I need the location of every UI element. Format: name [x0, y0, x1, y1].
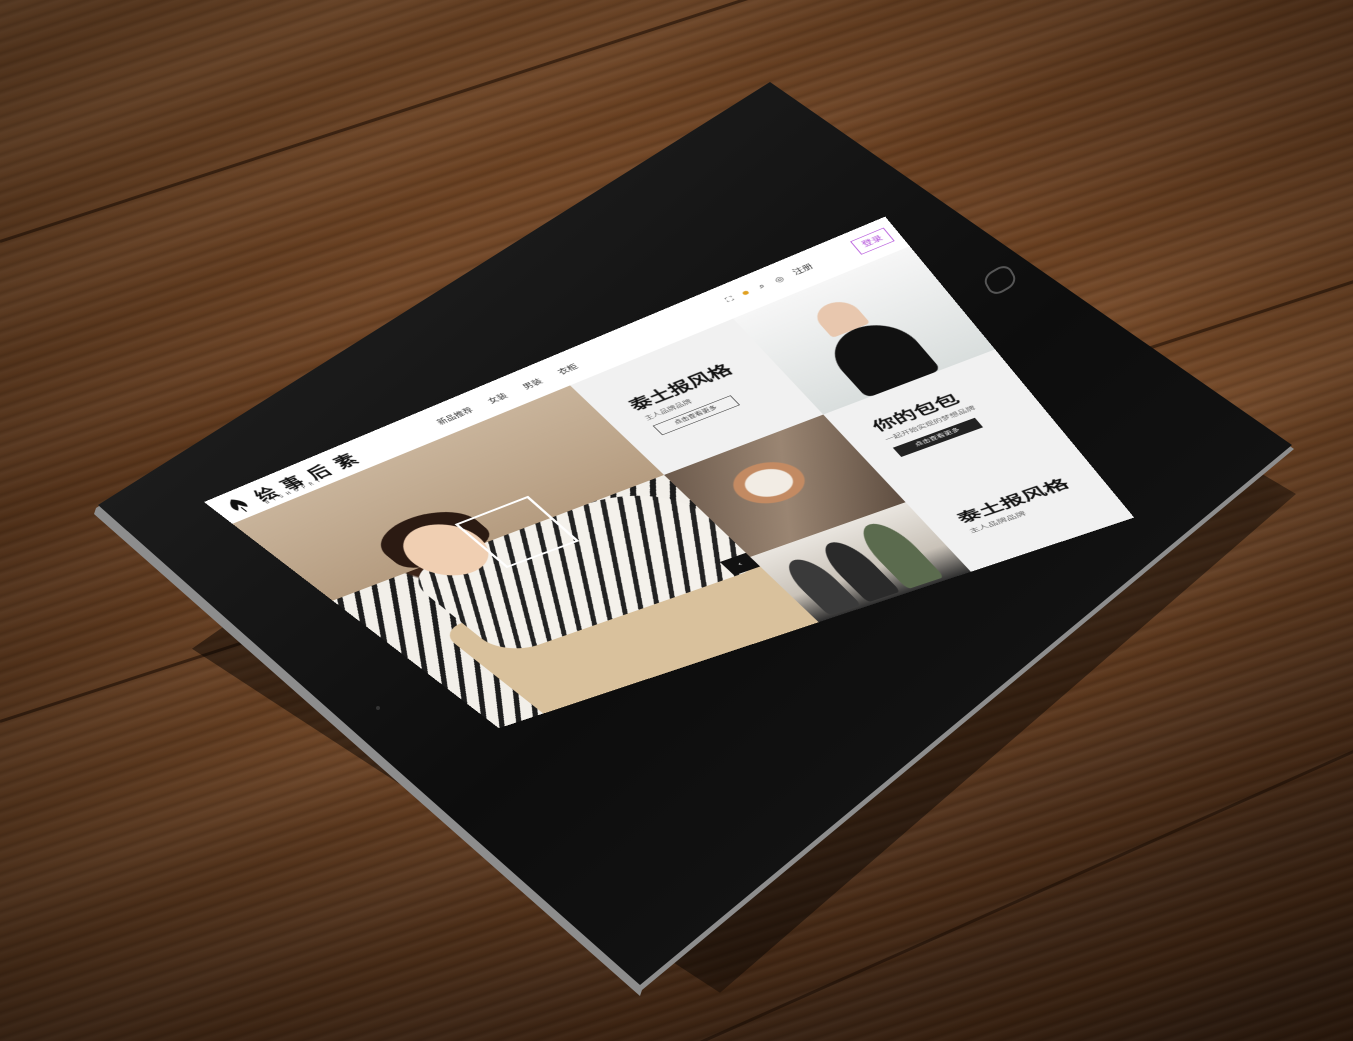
tablet-device: 绘事后素 BYSHOPRT 新品推荐 女装 男装 衣柜 ⛶ ⌕ ◎ 注册 登录 [0, 0, 1353, 1041]
cart-icon[interactable]: ⛶ [724, 295, 736, 304]
nav-item-wardrobe[interactable]: 衣柜 [554, 361, 580, 377]
nav-item-women[interactable]: 女装 [484, 390, 510, 405]
nav-item-men[interactable]: 男装 [519, 376, 545, 390]
logo-leaf-icon[interactable] [218, 493, 260, 517]
chevron-left-icon: ‹ [735, 560, 745, 568]
user-icon[interactable]: ◎ [772, 274, 786, 284]
cart-count-badge [741, 290, 751, 296]
search-icon[interactable]: ⌕ [756, 282, 767, 291]
nav-item-new[interactable]: 新品推荐 [433, 405, 475, 426]
login-button[interactable]: 登录 [850, 227, 895, 255]
register-link[interactable]: 注册 [790, 261, 815, 276]
camera-icon [376, 706, 380, 710]
